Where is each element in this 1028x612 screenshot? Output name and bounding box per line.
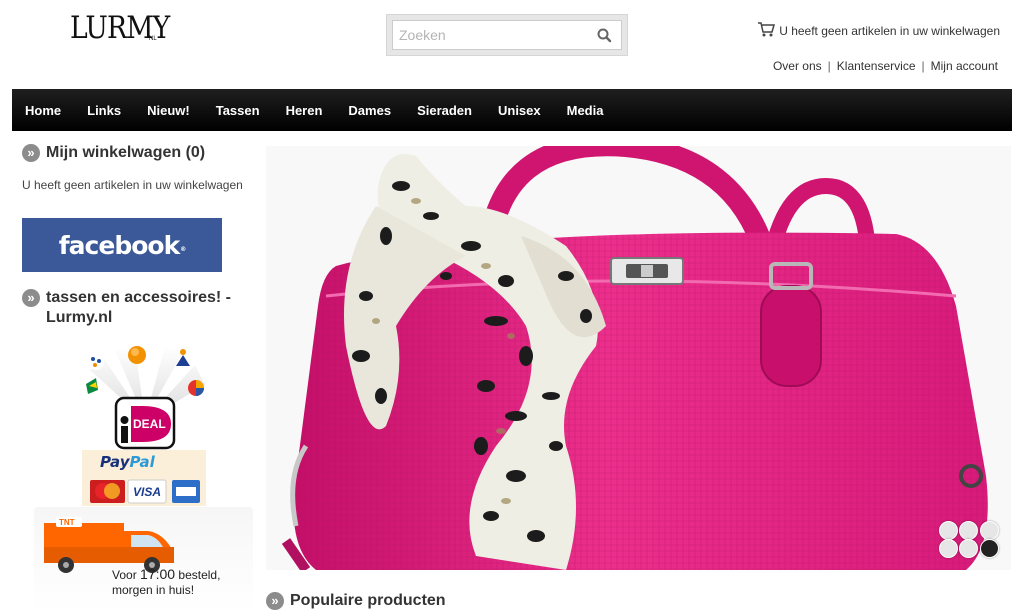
link-mijn-account[interactable]: Mijn account [931,59,998,73]
slider-dot[interactable] [959,521,978,540]
slider-dot[interactable] [939,521,958,540]
cart-icon [758,22,776,40]
search-box [386,14,628,56]
ideal-logo-icon: DEAL [114,396,176,450]
site-logo[interactable]: LURMY NL [70,8,170,48]
bank-logo-icon [88,354,104,370]
delivery-line1-suffix: besteld, [175,568,221,582]
delivery-line1-prefix: Voor [112,568,141,582]
delivery-time: 17:00 [140,566,176,582]
cart-empty-text: U heeft geen artikelen in uw winkelwagen [22,178,243,192]
slider-dot[interactable] [980,521,999,540]
nav-links[interactable]: Links [87,103,121,118]
nav-tassen[interactable]: Tassen [216,103,260,118]
popular-title: Populaire producten [290,592,446,609]
payment-logos: DEAL PayPal VISA [80,340,210,508]
bullet-icon: » [22,289,40,307]
pink-handbag-image [266,146,1011,570]
svg-text:VISA: VISA [133,485,161,499]
svg-text:PayPal: PayPal [100,453,156,471]
nav-home[interactable]: Home [25,103,61,118]
shop-title: tassen en accessoires! - Lurmy.nl [46,289,231,326]
svg-text:TNT: TNT [59,518,75,527]
delivery-text: Voor 17:00 besteld, morgen in huis! [112,567,220,598]
popular-products-title: » Populaire producten [266,591,446,611]
nav-sieraden[interactable]: Sieraden [417,103,472,118]
logo-text: LURMY [70,10,170,46]
slider-dot-active[interactable] [980,539,999,558]
bullet-icon: » [22,144,40,162]
lion-logo-icon [128,346,146,364]
top-links: Over ons | Klantenservice | Mijn account [773,59,998,73]
link-over-ons[interactable]: Over ons [773,59,822,73]
header-cart-text: U heeft geen artikelen in uw winkelwagen [779,24,1000,38]
header-cart-link[interactable]: U heeft geen artikelen in uw winkelwagen [758,22,1000,40]
nav-heren[interactable]: Heren [286,103,323,118]
bullet-icon: » [266,592,284,610]
link-separator: | [827,59,831,73]
svg-text:DEAL: DEAL [133,417,166,431]
cart-block-title: » Mijn winkelwagen (0) [22,143,205,163]
link-separator: | [921,59,925,73]
delivery-promo[interactable]: TNT Voor 17:00 besteld, morgen in huis! [34,507,253,612]
facebook-reg: ® [180,246,186,253]
nav-media[interactable]: Media [567,103,604,118]
search-icon[interactable] [595,26,615,46]
nav-unisex[interactable]: Unisex [498,103,541,118]
pie-logo-icon [188,380,204,396]
logo-tld: NL [149,36,157,42]
cart-title: Mijn winkelwagen (0) [46,144,206,161]
search-input[interactable] [392,20,622,50]
slider-dot[interactable] [959,539,978,558]
delivery-line2: morgen in huis! [112,583,195,597]
facebook-banner[interactable]: facebook ® [22,218,222,272]
nav-nieuw[interactable]: Nieuw! [147,103,190,118]
nav-dames[interactable]: Dames [348,103,391,118]
shield-logo-icon [86,378,98,394]
hero-banner[interactable] [266,146,1011,570]
slider-dot[interactable] [939,539,958,558]
link-klantenservice[interactable]: Klantenservice [837,59,916,73]
paypal-logo-icon: PayPal VISA [82,450,206,506]
shop-block-title: » tassen en accessoires! - Lurmy.nl [22,288,252,328]
facebook-label: facebook [58,230,180,260]
main-nav: Home Links Nieuw! Tassen Heren Dames Sie… [12,89,1012,131]
